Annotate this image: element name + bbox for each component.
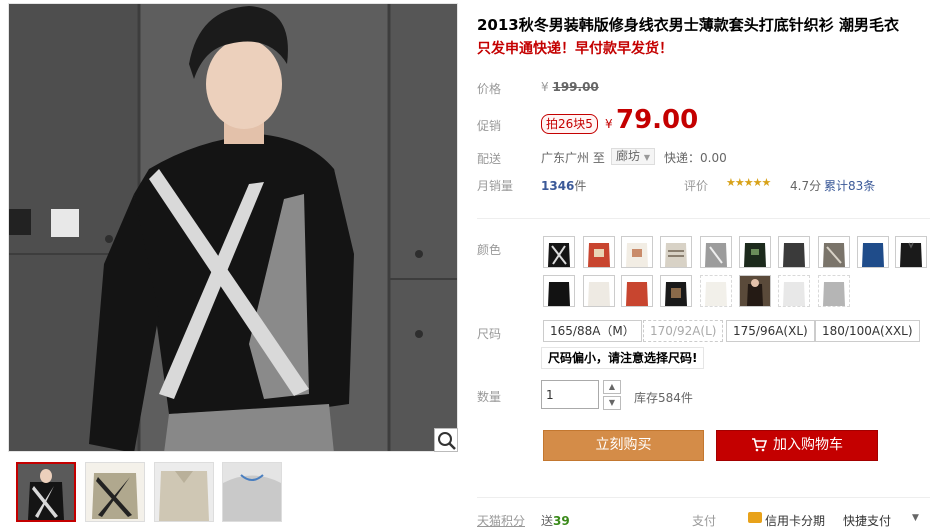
delivery-destination: 廊坊 — [616, 149, 641, 163]
thumbnail-2[interactable] — [85, 462, 145, 522]
color-swatch[interactable] — [895, 236, 927, 268]
chevron-down-icon: ▼ — [643, 153, 650, 162]
quantity-increase-button[interactable]: ▲ — [603, 380, 621, 394]
color-swatch[interactable] — [739, 236, 771, 268]
cart-icon — [752, 438, 768, 452]
original-price: ¥ 199.00 — [541, 80, 599, 94]
points-value: 39 — [553, 514, 570, 528]
buy-now-button[interactable]: 立刻购买 — [543, 430, 704, 461]
rating-stars-icon: ★★★★★ — [726, 176, 771, 189]
thumbnail-4[interactable] — [222, 462, 282, 522]
add-to-cart-button[interactable]: 加入购物车 — [716, 430, 878, 461]
promo-price-label: 促销 — [477, 119, 502, 133]
color-swatch[interactable] — [739, 275, 771, 307]
original-price-value: 199.00 — [552, 80, 599, 94]
delivery-destination-select[interactable]: 廊坊 ▼ — [611, 148, 655, 165]
tmall-points-label[interactable]: 天猫积分 — [477, 512, 525, 529]
thumbnail-1[interactable] — [16, 462, 76, 522]
color-swatch[interactable] — [621, 236, 653, 268]
divider — [477, 218, 930, 219]
color-swatch[interactable] — [700, 236, 732, 268]
size-option-xxl[interactable]: 180/100A(XXL) — [815, 320, 920, 342]
quick-pay[interactable]: 快捷支付 — [843, 512, 891, 529]
points-prefix: 送 — [541, 514, 554, 528]
color-swatch[interactable] — [543, 236, 575, 268]
color-swatch[interactable] — [818, 236, 850, 268]
delivery-origin: 广东广州 至 — [541, 151, 605, 165]
divider — [477, 497, 930, 498]
color-swatch[interactable] — [543, 275, 575, 307]
quantity-input[interactable] — [541, 380, 599, 409]
promo-tag: 拍26块5 — [541, 114, 598, 134]
color-swatch-unavailable[interactable] — [700, 275, 732, 307]
tmall-points: 送39 — [541, 512, 570, 529]
color-swatch[interactable] — [660, 275, 692, 307]
size-option-m[interactable]: 165/88A（M） — [543, 320, 642, 342]
credit-card-icon — [748, 512, 762, 523]
color-swatch-unavailable[interactable] — [778, 275, 810, 307]
quantity-decrease-button[interactable]: ▼ — [603, 396, 621, 410]
monthly-sales-count: 1346 — [541, 179, 575, 193]
monthly-sales-unit: 件 — [574, 179, 587, 193]
rating-total-link[interactable]: 累计83条 — [824, 177, 875, 194]
size-tip: 尺码偏小，请注意选择尺码! — [541, 347, 705, 369]
color-swatch[interactable] — [583, 236, 615, 268]
add-to-cart-label: 加入购物车 — [773, 437, 843, 453]
product-title: 2013秋冬男装韩版修身线衣男士薄款套头打底针织衫 潮男毛衣 — [477, 16, 899, 34]
color-swatch[interactable] — [857, 236, 889, 268]
currency-symbol: ¥ — [541, 80, 549, 94]
monthly-sales-label: 月销量 — [477, 179, 514, 193]
promo-currency-symbol: ¥ — [605, 117, 613, 131]
payment-label: 支付 — [692, 514, 717, 528]
original-price-label: 价格 — [477, 82, 502, 96]
quantity-label: 数量 — [477, 390, 502, 404]
delivery-label: 配送 — [477, 152, 502, 166]
monthly-sales: 1346件 — [541, 177, 586, 194]
zoom-icon[interactable] — [434, 428, 458, 452]
size-option-l[interactable]: 170/92A(L) — [643, 320, 724, 342]
size-label: 尺码 — [477, 327, 502, 341]
color-swatch[interactable] — [583, 275, 615, 307]
color-swatch[interactable] — [778, 236, 810, 268]
color-swatch-unavailable[interactable] — [818, 275, 850, 307]
promo-price: 79.00 — [616, 105, 699, 135]
shipping-promo-text: 只发申通快递！早付款早发货！ — [477, 41, 673, 57]
main-product-image[interactable] — [8, 3, 458, 452]
credit-card-installment[interactable]: 信用卡分期 — [765, 512, 825, 529]
chevron-down-icon[interactable]: ▼ — [912, 513, 919, 523]
size-option-xl[interactable]: 175/96A(XL) — [726, 320, 815, 342]
rating-label: 评价 — [684, 179, 709, 193]
color-swatch[interactable] — [621, 275, 653, 307]
rating-score: 4.7分 — [790, 179, 822, 193]
thumbnail-3[interactable] — [154, 462, 214, 522]
stock-count: 库存584件 — [634, 391, 693, 405]
color-swatch[interactable] — [660, 236, 692, 268]
color-label: 颜色 — [477, 243, 502, 257]
delivery-fee: 快递：0.00 — [664, 151, 727, 165]
